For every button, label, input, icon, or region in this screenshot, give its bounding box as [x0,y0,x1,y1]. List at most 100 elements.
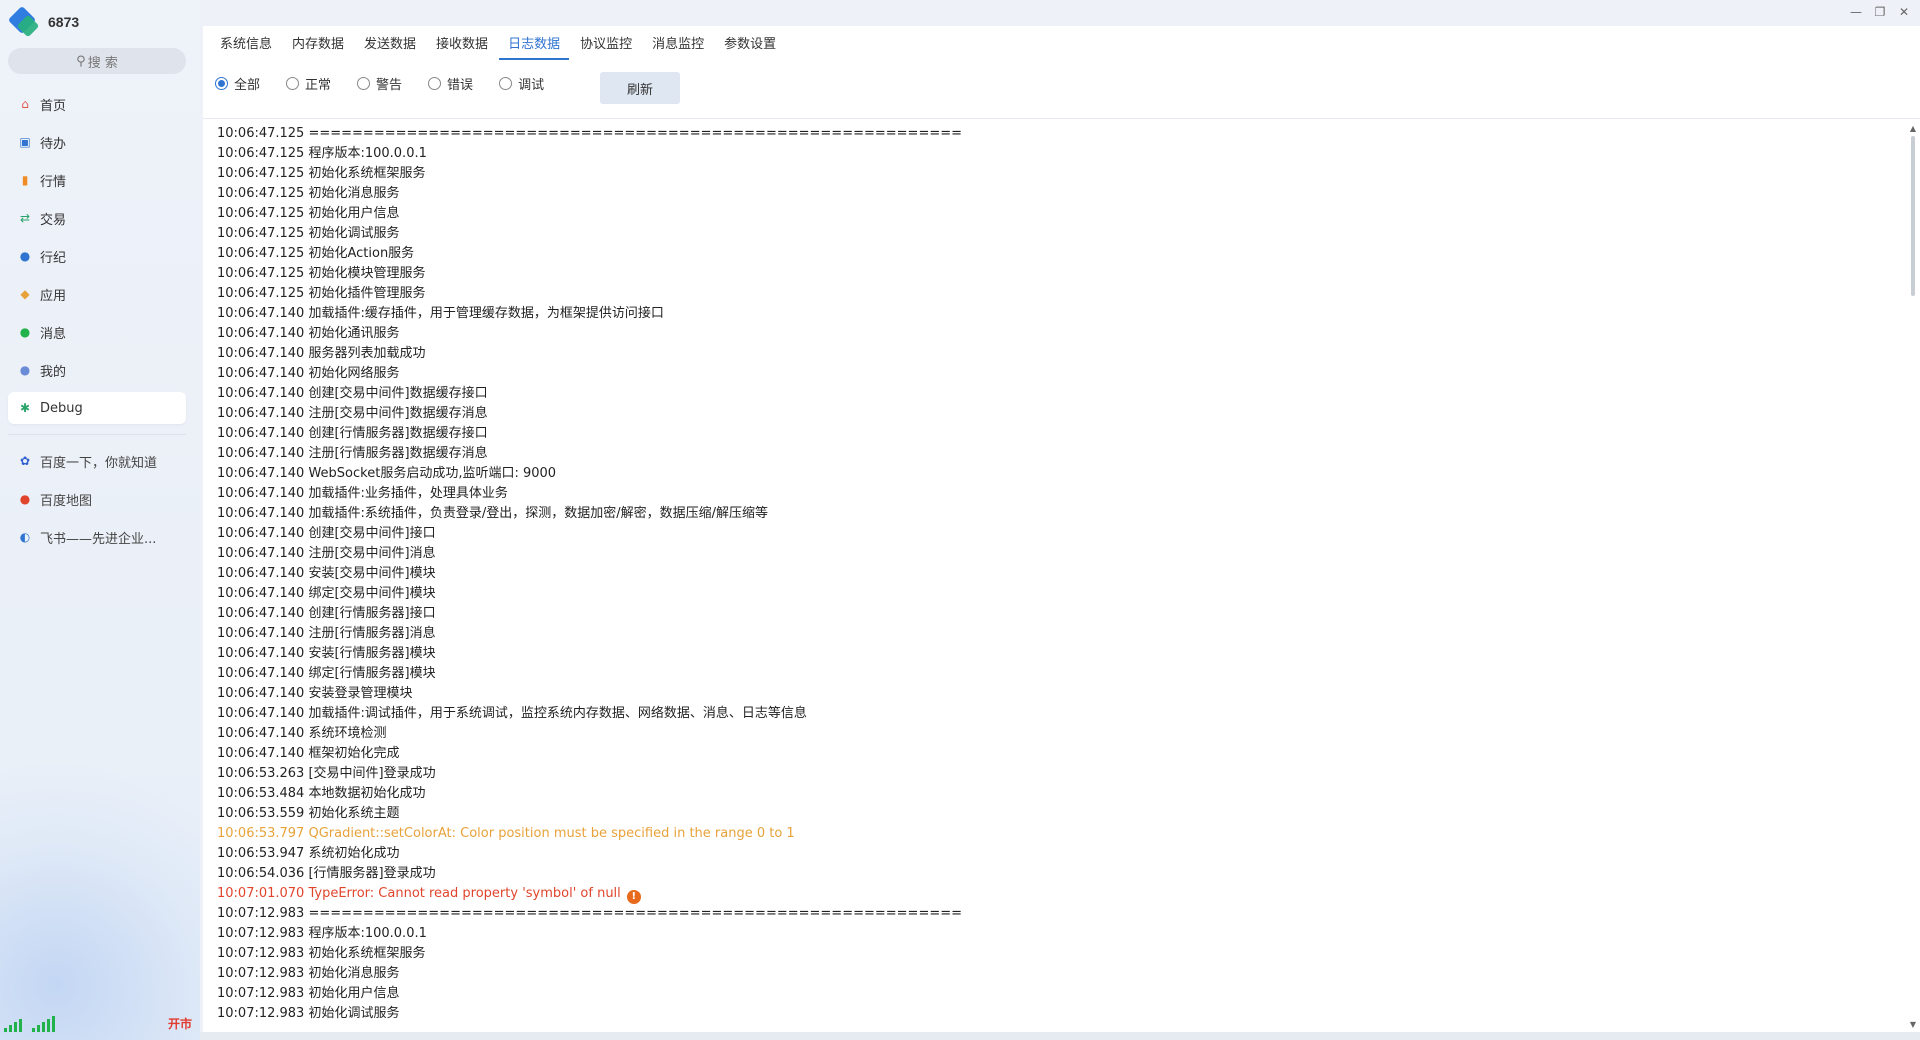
sidebar-item-todo[interactable]: ▣ 待办 [8,126,186,158]
log-line: 10:06:47.140 注册[交易中间件]数据缓存消息 [217,404,1897,424]
log-text: 10:06:47.140 加载插件:业务插件，处理具体业务 [217,486,508,501]
log-line: 10:07:01.070 TypeError: Cannot read prop… [217,884,1897,904]
log-line: 10:06:47.125 初始化系统框架服务 [217,164,1897,184]
search-button[interactable]: ⚲ 搜 索 [8,48,186,74]
signal-strength-icon [4,1019,22,1032]
filter-radio[interactable]: 正常 [286,74,331,93]
log-text: 10:06:47.140 创建[交易中间件]接口 [217,526,436,541]
log-text: 10:06:53.484 本地数据初始化成功 [217,786,426,801]
trade-icon: ⇄ [19,211,31,225]
bookmark-item[interactable]: ◐ 飞书——先进企业... [8,521,186,553]
radio-icon[interactable] [428,76,442,90]
tab-3[interactable]: 接收数据 [427,33,497,60]
bookmark-item[interactable]: ● 百度地图 [8,483,186,515]
log-text: 10:06:47.140 系统环境检测 [217,726,387,741]
baidu-icon: ✿ [19,454,31,468]
log-text: 10:06:47.125 程序版本:100.0.0.1 [217,146,427,161]
sidebar-item-label: 我的 [40,364,67,380]
log-line: 10:06:47.125 初始化调试服务 [217,224,1897,244]
log-line: 10:06:53.484 本地数据初始化成功 [217,784,1897,804]
log-line: 10:06:47.140 加载插件:系统插件，负责登录/登出，探测，数据加密/解… [217,504,1897,524]
sidebar-item-chart[interactable]: ▮ 行情 [8,164,186,196]
sidebar-item-home[interactable]: ⌂ 首页 [8,88,186,120]
sidebar-item-bug[interactable]: ✱ Debug [8,392,186,424]
radio-icon[interactable] [286,76,300,90]
radio-icon[interactable] [499,76,513,90]
log-text: 10:06:47.140 注册[行情服务器]消息 [217,626,436,641]
log-text: 10:06:47.140 绑定[交易中间件]模块 [217,586,436,601]
tab-0[interactable]: 系统信息 [211,33,281,60]
error-icon[interactable]: ! [626,890,641,904]
log-text: 10:06:53.559 初始化系统主题 [217,806,400,821]
log-text: 10:06:47.125 初始化Action服务 [217,246,415,261]
chart-icon: ▮ [21,173,29,187]
scroll-down-icon[interactable]: ▼ [1908,1020,1918,1030]
filter-label: 全部 [234,77,261,93]
app-logo-icon [7,5,40,38]
tab-2[interactable]: 发送数据 [355,33,425,60]
log-line: 10:06:47.140 注册[行情服务器]数据缓存消息 [217,444,1897,464]
log-text: 10:06:47.140 注册[交易中间件]消息 [217,546,436,561]
log-line: 10:06:47.140 加载插件:调试插件，用于系统调试，监控系统内存数据、网… [217,704,1897,724]
filter-label: 正常 [305,77,332,93]
sidebar-item-label: 应用 [40,288,67,304]
scroll-up-icon[interactable]: ▲ [1908,124,1918,134]
tab-6[interactable]: 消息监控 [643,33,713,60]
bookmark-item[interactable]: ✿ 百度一下，你就知道 [8,445,186,477]
close-icon[interactable]: ✕ [1892,2,1916,22]
sidebar-item-trade[interactable]: ⇄ 交易 [8,202,186,234]
log-line: 10:06:54.036 [行情服务器]登录成功 [217,864,1897,884]
scrollbar-thumb[interactable] [1911,136,1915,296]
log-line: 10:06:47.125 程序版本:100.0.0.1 [217,144,1897,164]
log-line: 10:06:47.140 创建[行情服务器]接口 [217,604,1897,624]
sidebar-item-message[interactable]: ● 消息 [8,316,186,348]
log-text: 10:06:47.140 初始化网络服务 [217,366,400,381]
log-text: 10:06:47.140 服务器列表加载成功 [217,346,426,361]
network-strength-icon [32,1016,55,1032]
log-text: 10:06:47.125 初始化用户信息 [217,206,400,221]
log-scrollbar[interactable]: ▲ ▼ [1906,122,1920,1032]
log-line: 10:07:12.983 ===========================… [217,904,1897,924]
log-text: 10:06:47.140 安装登录管理模块 [217,686,413,701]
log-text: 10:07:12.983 初始化系统框架服务 [217,946,426,961]
log-text: 10:06:53.947 系统初始化成功 [217,846,400,861]
log-line: 10:06:47.140 创建[交易中间件]接口 [217,524,1897,544]
radio-icon[interactable] [215,76,228,90]
refresh-button[interactable]: 刷新 [600,72,680,104]
log-line: 10:06:47.140 框架初始化完成 [217,744,1897,764]
filter-radio[interactable]: 警告 [357,74,402,93]
filter-radio[interactable]: 全部 [215,74,260,93]
tab-1[interactable]: 内存数据 [283,33,353,60]
log-line: 10:06:47.140 服务器列表加载成功 [217,344,1897,364]
search-label: 搜 索 [87,55,118,71]
tab-5[interactable]: 协议监控 [571,33,641,60]
sidebar-item-profile[interactable]: ● 我的 [8,354,186,386]
filter-radio[interactable]: 调试 [499,74,544,93]
sidebar-item-apps[interactable]: ◆ 应用 [8,278,186,310]
log-text: 10:06:47.140 加载插件:系统插件，负责登录/登出，探测，数据加密/解… [217,506,768,521]
log-text: 10:07:12.983 程序版本:100.0.0.1 [217,926,427,941]
log-view[interactable]: 10:06:47.125 ===========================… [217,124,1897,1029]
log-line: 10:06:47.125 ===========================… [217,124,1897,144]
log-line: 10:06:47.140 注册[交易中间件]消息 [217,544,1897,564]
filter-radio[interactable]: 错误 [428,74,473,93]
log-text: 10:06:47.125 初始化系统框架服务 [217,166,426,181]
log-line: 10:06:47.140 初始化网络服务 [217,364,1897,384]
tab-7[interactable]: 参数设置 [715,33,785,60]
tab-4[interactable]: 日志数据 [499,33,570,60]
bookmark-label: 飞书——先进企业... [40,531,157,547]
log-line: 10:07:12.983 初始化消息服务 [217,964,1897,984]
radio-icon[interactable] [357,76,371,90]
restore-icon[interactable]: ❐ [1868,2,1892,22]
log-line: 10:06:53.797 QGradient::setColorAt: Colo… [217,824,1897,844]
log-line: 10:06:47.140 安装[行情服务器]模块 [217,644,1897,664]
filter-label: 调试 [518,77,545,93]
filter-label: 错误 [447,77,474,93]
sidebar-item-user[interactable]: ● 行纪 [8,240,186,272]
log-text: 10:06:47.140 创建[行情服务器]数据缓存接口 [217,426,488,441]
minimize-icon[interactable]: — [1844,2,1868,22]
log-line: 10:06:47.125 初始化插件管理服务 [217,284,1897,304]
window-controls: — ❐ ✕ [1844,2,1916,22]
log-line: 10:06:47.140 绑定[交易中间件]模块 [217,584,1897,604]
home-icon: ⌂ [21,97,29,111]
